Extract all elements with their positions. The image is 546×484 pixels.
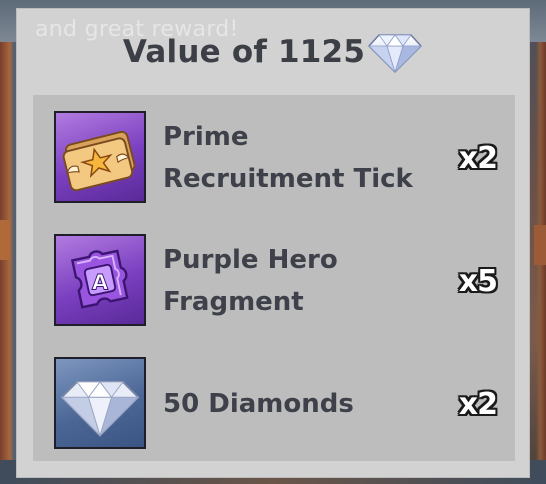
svg-text:A: A: [92, 270, 109, 295]
popup-title: Value of 1125: [122, 34, 366, 70]
list-item[interactable]: 50 Diamonds x2: [33, 357, 515, 451]
item-name: Purple Hero Fragment: [163, 245, 338, 317]
diamond-icon: [367, 29, 423, 75]
recruitment-ticket-icon: [54, 111, 146, 203]
item-quantity: x5: [458, 263, 498, 299]
list-item[interactable]: A Purple Hero Fragment x5: [33, 234, 515, 328]
background-right-decoration: [534, 225, 546, 265]
item-quantity: x2: [458, 140, 498, 176]
list-item[interactable]: Prime Recruitment Tick x2: [33, 111, 515, 205]
item-name: 50 Diamonds: [163, 389, 354, 419]
hero-fragment-icon: A: [54, 234, 146, 326]
background-left-decoration: [0, 220, 10, 260]
reward-list: Prime Recruitment Tick x2 A Purple Hero …: [33, 95, 515, 461]
item-quantity: x2: [458, 386, 498, 422]
value-popup[interactable]: and great reward! Value of 1125 Prime Re…: [16, 8, 530, 478]
diamond-icon: [54, 357, 146, 449]
popup-header: Value of 1125: [17, 27, 529, 77]
item-name: Prime Recruitment Tick: [163, 122, 413, 194]
